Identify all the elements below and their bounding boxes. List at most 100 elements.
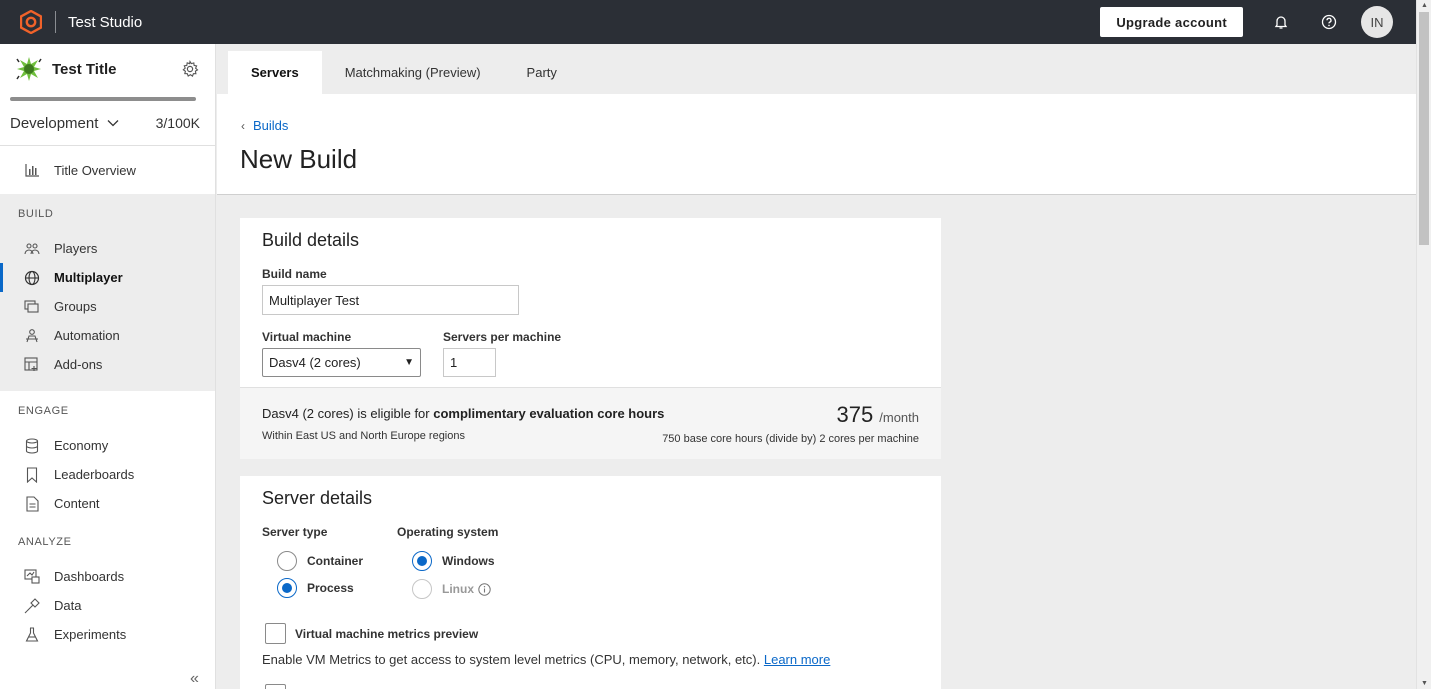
next-option-checkbox[interactable] [265, 684, 286, 689]
help-icon[interactable] [1319, 12, 1339, 32]
sidebar-item-leaderboards[interactable]: Leaderboards [0, 460, 215, 489]
bookmark-icon [24, 466, 40, 483]
top-bar: Test Studio Upgrade account IN [0, 0, 1416, 44]
eval-calculation-text: 750 base core hours (divide by) 2 cores … [662, 433, 919, 445]
virtual-machine-select[interactable]: Dasv4 (2 cores) ▼ [262, 348, 421, 377]
eval-value: 375 [836, 402, 874, 427]
bell-icon[interactable] [1271, 12, 1291, 32]
build-details-title: Build details [262, 230, 360, 250]
vm-metrics-checkbox[interactable] [265, 623, 286, 644]
dashboard-icon [24, 569, 40, 585]
learn-more-link[interactable]: Learn more [764, 652, 830, 667]
radio-container[interactable]: Container [277, 551, 363, 571]
info-icon[interactable] [478, 582, 491, 596]
server-type-label: Server type [262, 525, 328, 539]
eval-text-bold: complimentary evaluation core hours [433, 406, 665, 421]
sidebar-item-label: Groups [54, 299, 97, 314]
radio-button[interactable] [277, 578, 297, 598]
flask-icon [24, 626, 40, 643]
radio-button[interactable] [412, 551, 432, 571]
document-icon [24, 495, 40, 512]
eval-eligibility-text: Dasv4 (2 cores) is eligible for complime… [262, 406, 664, 421]
radio-button[interactable] [277, 551, 297, 571]
eval-regions-text: Within East US and North Europe regions [262, 430, 465, 442]
section-header-build: BUILD [18, 208, 54, 220]
sidebar-item-title-overview[interactable]: Title Overview [0, 146, 215, 194]
sidebar-item-label: Dashboards [54, 569, 125, 584]
sidebar: Test Title Development 3/100K Title Over… [0, 44, 216, 689]
title-logo-icon [16, 57, 42, 81]
vm-metrics-label: Virtual machine metrics preview [295, 627, 479, 641]
logo-divider [55, 11, 56, 33]
server-details-card: Server details Server type Operating sys… [240, 476, 941, 689]
virtual-machine-value: Dasv4 (2 cores) [269, 355, 361, 370]
sidebar-item-content[interactable]: Content [0, 489, 215, 518]
sidebar-item-dashboards[interactable]: Dashboards [0, 562, 215, 591]
radio-process[interactable]: Process [277, 578, 354, 598]
section-header-analyze: ANALYZE [18, 536, 72, 548]
collapse-sidebar-icon[interactable]: « [190, 670, 199, 688]
sidebar-item-automation[interactable]: Automation [0, 321, 215, 350]
user-avatar[interactable]: IN [1361, 6, 1393, 38]
page-title: New Build [240, 144, 358, 174]
radio-label: Process [307, 581, 354, 595]
radio-label: Linux [442, 582, 474, 596]
radio-linux: Linux [412, 579, 491, 599]
sidebar-item-players[interactable]: Players [0, 234, 215, 263]
sidebar-item-label: Players [54, 241, 98, 256]
environment-usage-count: 3/100K [155, 115, 200, 131]
operating-system-label: Operating system [397, 525, 499, 539]
servers-per-machine-label: Servers per machine [443, 330, 562, 344]
tab-matchmaking[interactable]: Matchmaking (Preview) [322, 51, 504, 94]
page-header: ‹ Builds New Build [217, 94, 1416, 195]
sidebar-item-data[interactable]: Data [0, 591, 215, 620]
eval-text-prefix: Dasv4 (2 cores) is eligible for [262, 406, 434, 421]
upgrade-account-button[interactable]: Upgrade account [1100, 7, 1243, 37]
groups-icon [24, 299, 40, 315]
sidebar-item-label: Leaderboards [54, 467, 135, 482]
globe-icon [24, 270, 40, 286]
tab-servers[interactable]: Servers [228, 51, 322, 94]
sidebar-item-multiplayer[interactable]: Multiplayer [0, 263, 215, 292]
players-icon [24, 241, 40, 257]
server-details-title: Server details [262, 488, 373, 508]
evaluation-core-hours-banner: Dasv4 (2 cores) is eligible for complime… [240, 387, 941, 459]
sidebar-item-label: Experiments [54, 627, 127, 642]
build-name-label: Build name [262, 267, 327, 281]
sidebar-item-label: Content [54, 496, 100, 511]
sidebar-item-add-ons[interactable]: Add-ons [0, 350, 215, 379]
title-name: Test Title [52, 60, 117, 78]
back-link-label: Builds [253, 118, 289, 133]
page-scrollbar[interactable]: ▲ ▼ [1416, 0, 1431, 689]
tab-party[interactable]: Party [504, 51, 580, 94]
vm-metrics-help: Enable VM Metrics to get access to syste… [262, 652, 761, 667]
bar-chart-icon [24, 162, 40, 178]
sidebar-item-economy[interactable]: Economy [0, 431, 215, 460]
sidebar-item-experiments[interactable]: Experiments [0, 620, 215, 649]
sidebar-item-groups[interactable]: Groups [0, 292, 215, 321]
gear-icon[interactable] [181, 60, 199, 78]
scroll-down-arrow-icon[interactable]: ▼ [1421, 680, 1428, 687]
environment-selector[interactable]: Development 3/100K [0, 101, 215, 146]
add-ons-icon [24, 357, 40, 373]
radio-label: Windows [442, 554, 495, 568]
title-selector[interactable]: Test Title [0, 44, 215, 94]
vm-metrics-help-text: Enable VM Metrics to get access to syste… [262, 652, 830, 667]
chevron-down-icon: ▼ [404, 357, 414, 368]
build-details-card: Build details Build name Multiplayer Tes… [240, 218, 941, 459]
build-name-input[interactable]: Multiplayer Test [262, 285, 519, 315]
radio-label: Container [307, 554, 364, 568]
chevron-down-icon[interactable] [106, 116, 120, 130]
sidebar-item-label: Data [54, 598, 82, 613]
servers-per-machine-input[interactable]: 1 [443, 348, 496, 377]
eval-unit: /month [879, 410, 919, 425]
automation-icon [24, 328, 40, 344]
sidebar-item-label: Automation [54, 328, 120, 343]
sidebar-item-label: Economy [54, 438, 109, 453]
scrollbar-thumb[interactable] [1419, 12, 1429, 245]
back-to-builds-link[interactable]: ‹ Builds [241, 118, 288, 133]
radio-windows[interactable]: Windows [412, 551, 495, 571]
app-name[interactable]: Test Studio [68, 14, 142, 31]
scroll-up-arrow-icon[interactable]: ▲ [1421, 2, 1428, 9]
app-logo-icon[interactable] [19, 10, 43, 34]
